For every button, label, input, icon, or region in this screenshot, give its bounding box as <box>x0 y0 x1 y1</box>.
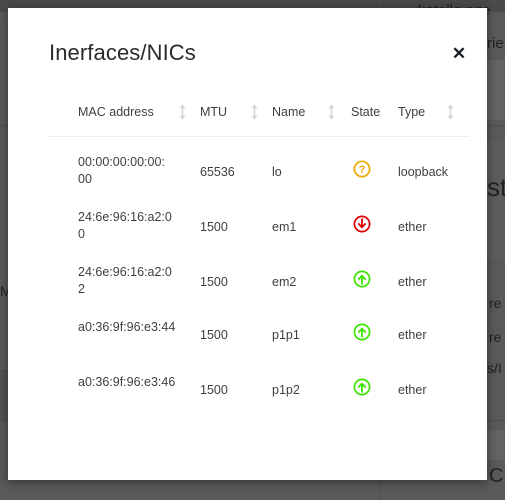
cell-mac: a0:36:9f:96:e3:46 <box>78 375 176 389</box>
svg-text:?: ? <box>359 164 366 176</box>
cell-mtu: 1500 <box>200 220 228 234</box>
cell-mac: 24:6e:96:16:a2:0 0 <box>78 210 172 241</box>
cell-name: em1 <box>272 220 297 234</box>
table-header-divider <box>48 136 470 137</box>
arrow-up-circle-icon <box>345 270 379 288</box>
page-title: Inerfaces/NICs <box>49 40 196 65</box>
cell-mtu: 1500 <box>200 275 228 289</box>
cell-type: loopback <box>398 165 449 179</box>
arrow-down-circle-icon <box>345 215 379 233</box>
table-row[interactable]: 00:00:00:00:00: 00 65536 lo loopback? <box>40 140 470 195</box>
interfaces-table: MAC address MTU Name State Type 00:00:00:00:… <box>40 96 470 397</box>
table-row[interactable]: a0:36:9f:96:e3:44 1500 p1p1 ether <box>40 305 470 360</box>
cell-name: lo <box>272 165 282 179</box>
table-row[interactable]: 24:6e:96:16:a2:0 2 1500 em2 ether <box>40 250 470 305</box>
background-text-fragment: s/I <box>487 360 502 376</box>
table-row[interactable]: 24:6e:96:16:a2:0 0 1500 em1 ether <box>40 195 470 250</box>
background-text-fragment: st <box>487 172 505 202</box>
cell-mtu: 1500 <box>200 383 228 397</box>
cell-type: ether <box>398 328 427 342</box>
sort-icon-mtu[interactable] <box>250 104 259 120</box>
column-header-state[interactable]: State <box>351 96 380 128</box>
column-header-mtu[interactable]: MTU <box>200 96 227 128</box>
table-row[interactable]: a0:36:9f:96:e3:46 1500 p1p2 ether <box>40 360 470 415</box>
background-text-fragment: C <box>489 465 504 487</box>
cell-name: p1p1 <box>272 328 300 342</box>
cell-type: ether <box>398 220 427 234</box>
arrow-up-circle-icon <box>345 378 379 396</box>
arrow-up-circle-icon <box>345 323 379 341</box>
cell-mac: 24:6e:96:16:a2:0 2 <box>78 265 172 296</box>
column-header-mac[interactable]: MAC address <box>78 96 154 128</box>
column-header-name[interactable]: Name <box>272 96 305 128</box>
sort-icon-mac[interactable] <box>178 104 187 120</box>
question-circle-icon: ? <box>345 160 379 178</box>
table-body: 00:00:00:00:00: 00 65536 lo loopback? 24:6e:… <box>40 140 470 415</box>
cell-name: em2 <box>272 275 297 289</box>
cell-mtu: 1500 <box>200 328 228 342</box>
sort-icon-type[interactable] <box>446 104 455 120</box>
background-text-fragment: re <box>489 295 502 311</box>
table-header-row: MAC address MTU Name State Type <box>40 96 470 128</box>
sort-icon-name[interactable] <box>327 104 336 120</box>
cell-mac: 00:00:00:00:00: 00 <box>78 155 165 186</box>
cell-mac: a0:36:9f:96:e3:44 <box>78 320 176 334</box>
cell-mtu: 65536 <box>200 165 235 179</box>
cell-name: p1p2 <box>272 383 300 397</box>
close-icon[interactable]: ✕ <box>445 41 473 67</box>
cell-type: ether <box>398 275 427 289</box>
column-header-type[interactable]: Type <box>398 96 425 128</box>
background-text-fragment: re <box>489 329 502 345</box>
background-text-fragment: rie <box>487 35 504 52</box>
cell-type: ether <box>398 383 427 397</box>
interfaces-modal: Inerfaces/NICs ✕ MAC address MTU Name State… <box>8 8 487 480</box>
